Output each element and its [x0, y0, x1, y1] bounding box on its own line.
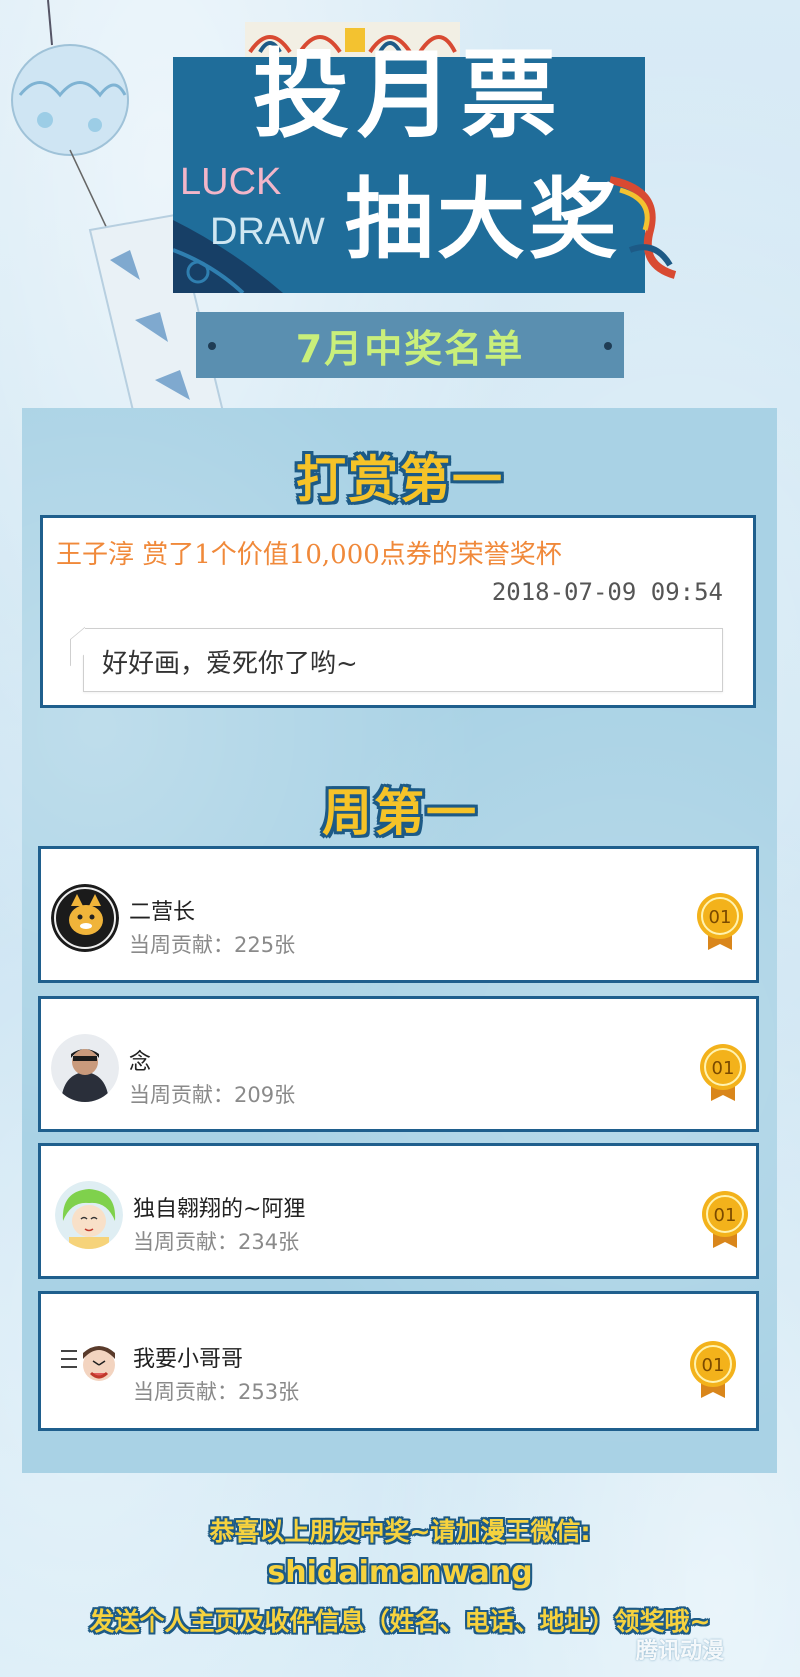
medal-icon: 01 [700, 1044, 746, 1101]
banner-title-prize: 抽大奖 [345, 168, 622, 271]
comment-bubble: 好好画，爱死你了哟~ [83, 628, 723, 692]
medal-icon: 01 [702, 1191, 748, 1248]
subtitle-text: 7月中奖名单 [295, 326, 525, 371]
rank-name: 二营长 [129, 900, 196, 925]
dot-right [604, 342, 612, 350]
reward-card: 王子淳 赏了1个价值10,000点券的荣誉奖杯 2018-07-09 09:54… [40, 515, 756, 708]
weekly-section-heading: 周第一 [322, 784, 478, 842]
reward-section-heading: 打赏第一 [296, 451, 504, 509]
avatar [51, 1034, 119, 1102]
footer-congrats: 恭喜以上朋友中奖~请加漫王微信: [209, 1517, 591, 1546]
banner-title-vote: 投月票 [253, 39, 565, 151]
rank-name: 念 [129, 1050, 152, 1075]
luck-text: LUCK [180, 161, 282, 203]
svg-text:01: 01 [702, 1355, 725, 1376]
svg-text:01: 01 [714, 1205, 737, 1226]
avatar [55, 1181, 123, 1249]
svg-text:01: 01 [709, 907, 732, 928]
rank-contribution: 当周贡献：225张 [129, 933, 296, 957]
subtitle-bar: 7月中奖名单 [196, 312, 624, 378]
rank-row[interactable]: 二营长 当周贡献：225张 01 [38, 846, 759, 983]
reward-description: 王子淳 赏了1个价值10,000点券的荣誉奖杯 [56, 540, 562, 570]
avatar [55, 1331, 123, 1399]
medal-icon: 01 [690, 1341, 736, 1398]
avatar [51, 884, 119, 952]
reward-timestamp: 2018-07-09 09:54 [491, 578, 723, 606]
rank-row[interactable]: 独自翱翔的~阿狸 当周贡献：234张 01 [38, 1143, 759, 1279]
footer-wechat-id: shidaimanwang [267, 1555, 533, 1590]
rank-contribution: 当周贡献：209张 [129, 1083, 296, 1107]
rank-name: 我要小哥哥 [133, 1347, 244, 1372]
rank-name: 独自翱翔的~阿狸 [133, 1197, 306, 1222]
rank-contribution: 当周贡献：253张 [133, 1380, 300, 1404]
rank-contribution: 当周贡献：234张 [133, 1230, 300, 1254]
rank-row[interactable]: 我要小哥哥 当周贡献：253张 01 [38, 1291, 759, 1431]
watermark-logo: 腾讯动漫 [636, 1639, 725, 1664]
comment-text: 好好画，爱死你了哟~ [102, 649, 358, 679]
svg-text:01: 01 [712, 1058, 735, 1079]
medal-icon: 01 [697, 893, 743, 950]
rank-row[interactable]: 念 当周贡献：209张 01 [38, 996, 759, 1132]
draw-text: DRAW [210, 211, 325, 253]
dot-left [208, 342, 216, 350]
